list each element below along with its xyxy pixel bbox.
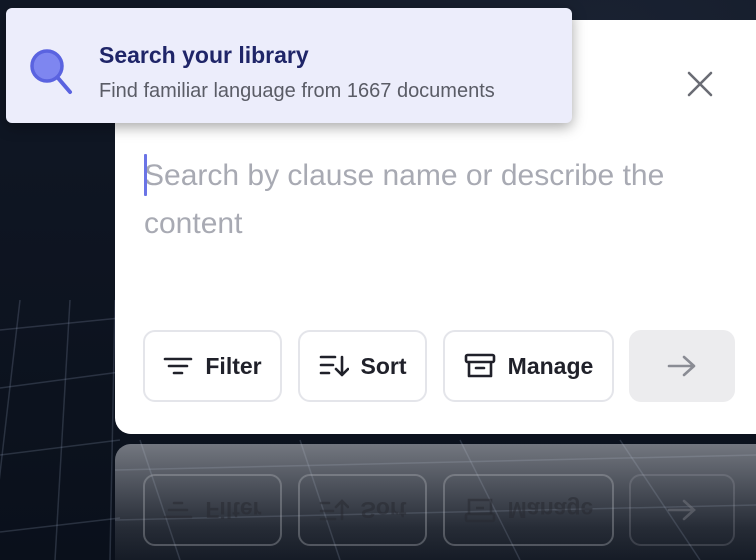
- filter-icon: [164, 357, 193, 375]
- archive-icon: [464, 498, 495, 523]
- search-placeholder: Search by clause name or describe the co…: [144, 159, 665, 240]
- sort-label: Sort: [360, 352, 407, 379]
- sort-button[interactable]: Sort: [298, 330, 427, 402]
- filter-button[interactable]: Filter: [143, 330, 282, 402]
- close-icon: [687, 71, 713, 97]
- reflection-submit: [629, 474, 735, 546]
- manage-label: Manage: [507, 352, 594, 379]
- tooltip-title: Search your library: [99, 42, 309, 68]
- arrow-right-icon: [667, 355, 696, 377]
- panel-reflection: Filter Sort Manage: [115, 444, 756, 560]
- reflection-filter: Filter: [143, 474, 282, 546]
- arrow-right-icon: [667, 499, 696, 521]
- submit-button[interactable]: [629, 330, 735, 402]
- archive-icon: [464, 353, 495, 378]
- close-button[interactable]: [682, 66, 718, 102]
- text-cursor: [144, 154, 147, 196]
- search-tooltip: Search your library Find familiar langua…: [6, 8, 572, 123]
- manage-button[interactable]: Manage: [443, 330, 614, 402]
- sort-icon: [319, 499, 349, 521]
- filter-icon: [164, 501, 193, 519]
- search-icon: [30, 49, 72, 94]
- reflection-manage-label: Manage: [507, 497, 594, 524]
- search-input[interactable]: Search by clause name or describe the co…: [144, 152, 734, 262]
- reflection-filter-label: Filter: [205, 497, 262, 524]
- reflection-sort: Sort: [298, 474, 427, 546]
- reflection-manage: Manage: [443, 474, 614, 546]
- tooltip-subtitle: Find familiar language from 1667 documen…: [99, 80, 495, 102]
- sort-icon: [319, 355, 349, 377]
- filter-label: Filter: [205, 352, 262, 379]
- reflection-sort-label: Sort: [360, 497, 407, 524]
